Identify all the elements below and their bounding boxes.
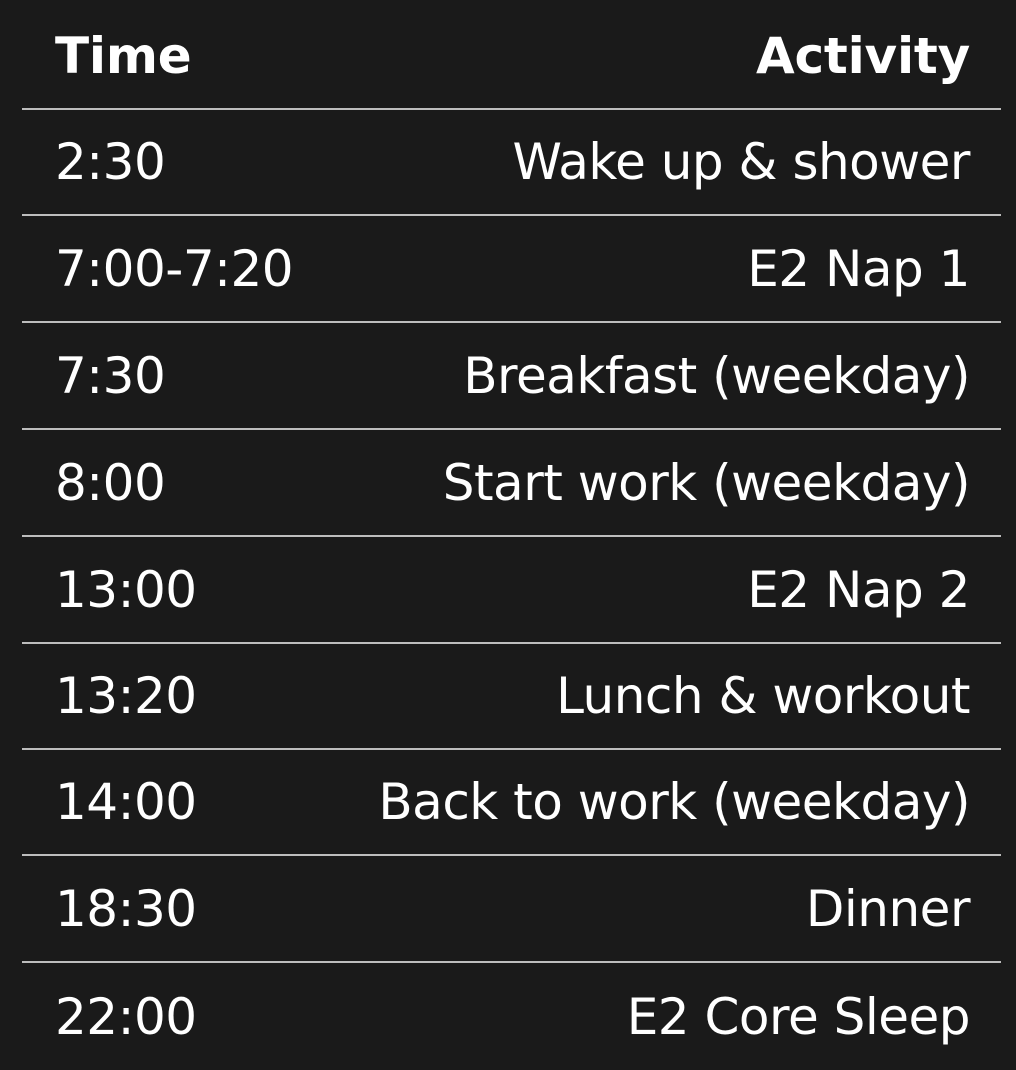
time-cell: 7:00-7:20 [55, 240, 294, 298]
table-row: 2:30 Wake up & shower [22, 110, 1001, 216]
activity-cell: E2 Nap 2 [747, 561, 970, 619]
time-cell: 18:30 [55, 880, 197, 938]
table-header-row: Time Activity [22, 4, 1001, 110]
table-row: 14:00 Back to work (weekday) [22, 750, 1001, 856]
table-row: 13:20 Lunch & workout [22, 644, 1001, 750]
activity-cell: Breakfast (weekday) [463, 347, 970, 405]
column-header-activity: Activity [755, 27, 970, 85]
activity-cell: Wake up & shower [512, 133, 971, 191]
activity-cell: Dinner [805, 880, 971, 938]
time-cell: 13:20 [55, 667, 197, 725]
column-header-time: Time [55, 27, 192, 85]
time-cell: 8:00 [55, 454, 166, 512]
time-cell: 2:30 [55, 133, 166, 191]
time-cell: 7:30 [55, 347, 166, 405]
schedule-table: Time Activity 2:30 Wake up & shower 7:00… [0, 0, 1016, 1060]
activity-cell: E2 Nap 1 [747, 240, 970, 298]
time-cell: 22:00 [55, 988, 197, 1046]
table-row: 13:00 E2 Nap 2 [22, 538, 1001, 644]
table-row: 7:00-7:20 E2 Nap 1 [22, 217, 1001, 323]
table-row: 22:00 E2 Core Sleep [22, 964, 1001, 1070]
activity-cell: Lunch & workout [556, 667, 970, 725]
activity-cell: Start work (weekday) [442, 454, 971, 512]
time-cell: 14:00 [55, 773, 197, 831]
time-cell: 13:00 [55, 561, 197, 619]
table-row: 7:30 Breakfast (weekday) [22, 324, 1001, 430]
activity-cell: E2 Core Sleep [626, 988, 971, 1046]
table-row: 18:30 Dinner [22, 857, 1001, 963]
table-row: 8:00 Start work (weekday) [22, 431, 1001, 537]
activity-cell: Back to work (weekday) [378, 773, 970, 831]
